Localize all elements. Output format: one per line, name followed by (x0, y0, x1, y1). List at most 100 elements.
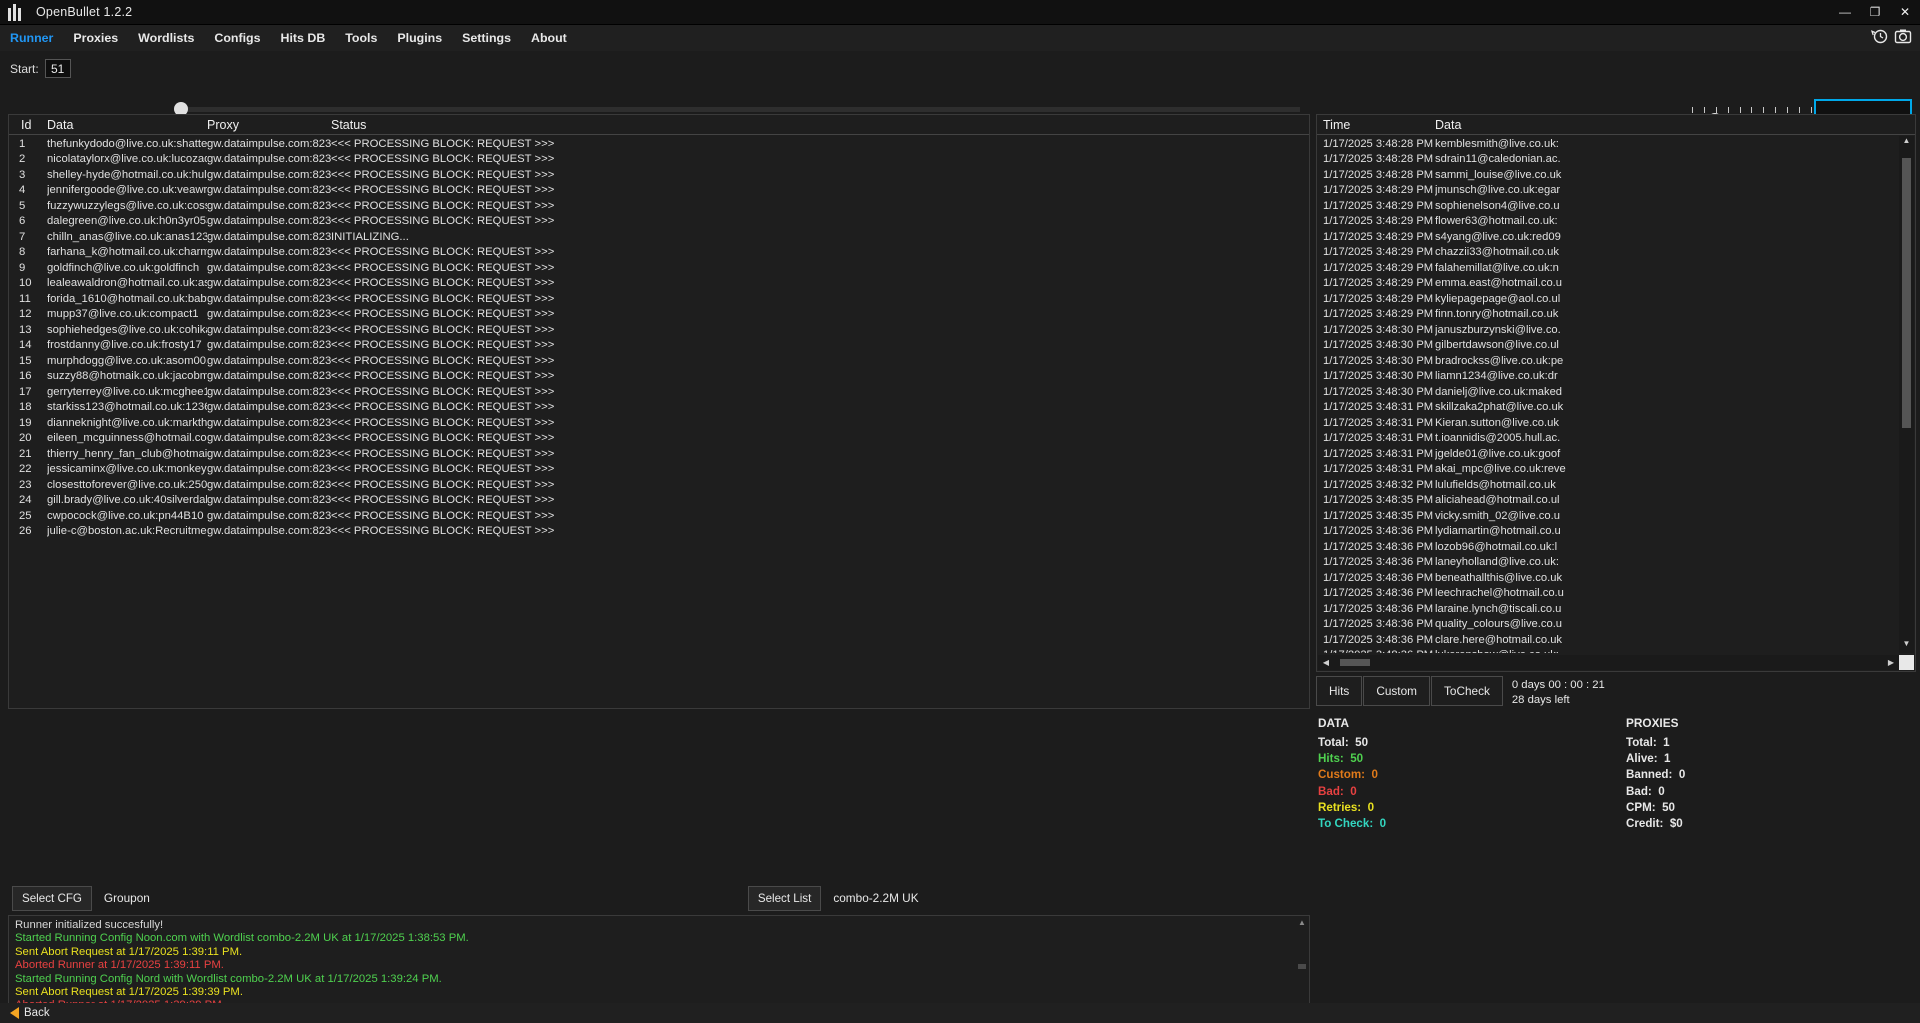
table-row[interactable]: 10lealeawaldron@hotmail.co.uk:ashleygw.d… (9, 276, 1309, 292)
log-scroll-thumb[interactable] (1298, 964, 1306, 969)
tab-tocheck[interactable]: ToCheck (1431, 676, 1503, 706)
selected-list-name: combo-2.2M UK (833, 891, 918, 905)
table-row[interactable]: 20eileen_mcguinness@hotmail.co.uk:cgw.da… (9, 431, 1309, 447)
column-header-proxy[interactable]: Proxy (207, 118, 331, 132)
hits-row[interactable]: 1/17/2025 3:48:29 PMkyliepagepage@aol.co… (1317, 291, 1899, 307)
table-row[interactable]: 5fuzzywuzzylegs@live.co.uk:cossie7gw.dat… (9, 198, 1309, 214)
hits-scroll-down-icon[interactable]: ▼ (1899, 639, 1914, 653)
menu-item-plugins[interactable]: Plugins (397, 31, 442, 45)
hits-row[interactable]: 1/17/2025 3:48:31 PMjgelde01@live.co.uk:… (1317, 446, 1899, 462)
table-row[interactable]: 15murphdogg@live.co.uk:asom001y2lgw.data… (9, 353, 1309, 369)
hits-row[interactable]: 1/17/2025 3:48:36 PMleechrachel@hotmail.… (1317, 586, 1899, 602)
hits-row[interactable]: 1/17/2025 3:48:36 PMbeneathallthis@live.… (1317, 570, 1899, 586)
hits-row[interactable]: 1/17/2025 3:48:35 PMaliciahead@hotmail.c… (1317, 493, 1899, 509)
close-icon[interactable]: ✕ (1890, 0, 1920, 25)
table-row[interactable]: 25cwpocock@live.co.uk:pn44B10gw.dataimpu… (9, 508, 1309, 524)
table-row[interactable]: 19dianneknight@live.co.uk:markthomgw.dat… (9, 415, 1309, 431)
column-header-data[interactable]: Data (47, 118, 207, 132)
back-button[interactable]: Back (0, 1007, 50, 1019)
history-clock-icon[interactable] (1870, 27, 1888, 45)
hits-row[interactable]: 1/17/2025 3:48:28 PMkemblesmith@live.co.… (1317, 136, 1899, 152)
start-input[interactable]: 51 (45, 59, 71, 78)
table-row[interactable]: 26julie-c@boston.ac.uk:Recruitmentgw.dat… (9, 524, 1309, 540)
menu-item-about[interactable]: About (531, 31, 567, 45)
hits-row[interactable]: 1/17/2025 3:48:29 PMjmunsch@live.co.uk:e… (1317, 183, 1899, 199)
hits-scroll-up-icon[interactable]: ▲ (1899, 136, 1914, 150)
table-row[interactable]: 22jessicaminx@live.co.uk:monkey007gw.dat… (9, 462, 1309, 478)
hits-scroll-thumb[interactable] (1902, 158, 1911, 428)
hits-row[interactable]: 1/17/2025 3:48:28 PMsammi_louise@live.co… (1317, 167, 1899, 183)
hits-horizontal-scrollbar[interactable]: ◀ ▶ (1318, 655, 1899, 670)
hits-row[interactable]: 1/17/2025 3:48:30 PMgilbertdawson@live.c… (1317, 338, 1899, 354)
table-row[interactable]: 7chilln_anas@live.co.uk:anas1234gw.datai… (9, 229, 1309, 245)
hits-row[interactable]: 1/17/2025 3:48:36 PMlaneyholland@live.co… (1317, 555, 1899, 571)
table-row[interactable]: 21thierry_henry_fan_club@hotmail.co.gw.d… (9, 446, 1309, 462)
hits-hscroll-thumb[interactable] (1340, 659, 1370, 666)
start-slider-track[interactable] (175, 107, 1300, 112)
column-header-status[interactable]: Status (331, 118, 1309, 132)
hits-row[interactable]: 1/17/2025 3:48:36 PMlydiamartin@hotmail.… (1317, 524, 1899, 540)
select-cfg-button[interactable]: Select CFG (12, 886, 92, 911)
hits-row[interactable]: 1/17/2025 3:48:36 PMlukerenshaw@live.co.… (1317, 648, 1899, 654)
table-row[interactable]: 18starkiss123@hotmail.co.uk:1236547gw.da… (9, 400, 1309, 416)
cell-proxy: gw.dataimpulse.com:823 (207, 386, 331, 398)
hits-row[interactable]: 1/17/2025 3:48:29 PMchazzii33@hotmail.co… (1317, 245, 1899, 261)
table-row[interactable]: 17gerryterrey@live.co.uk:mcghee14gw.data… (9, 384, 1309, 400)
tab-custom[interactable]: Custom (1363, 676, 1430, 706)
table-row[interactable]: 24gill.brady@live.co.uk:40silverdalegw.d… (9, 493, 1309, 509)
hits-row[interactable]: 1/17/2025 3:48:36 PMquality_colours@live… (1317, 617, 1899, 633)
hits-row[interactable]: 1/17/2025 3:48:31 PMKieran.sutton@live.c… (1317, 415, 1899, 431)
table-row[interactable]: 1thefunkydodo@live.co.uk:shatter88gw.dat… (9, 136, 1309, 152)
hits-row[interactable]: 1/17/2025 3:48:32 PMlulufields@hotmail.c… (1317, 477, 1899, 493)
hits-row[interactable]: 1/17/2025 3:48:29 PMemma.east@hotmail.co… (1317, 276, 1899, 292)
hits-row[interactable]: 1/17/2025 3:48:31 PMakai_mpc@live.co.uk:… (1317, 462, 1899, 478)
hits-row[interactable]: 1/17/2025 3:48:35 PMvicky.smith_02@live.… (1317, 508, 1899, 524)
hits-row[interactable]: 1/17/2025 3:48:29 PMsophienelson4@live.c… (1317, 198, 1899, 214)
hits-row[interactable]: 1/17/2025 3:48:28 PMsdrain11@caledonian.… (1317, 152, 1899, 168)
hits-row[interactable]: 1/17/2025 3:48:30 PMdanielj@live.co.uk:m… (1317, 384, 1899, 400)
hits-scroll-left-icon[interactable]: ◀ (1318, 658, 1334, 667)
menu-item-configs[interactable]: Configs (214, 31, 260, 45)
table-row[interactable]: 6dalegreen@live.co.uk:h0n3yr053gw.dataim… (9, 214, 1309, 230)
hits-row[interactable]: 1/17/2025 3:48:36 PMlozob96@hotmail.co.u… (1317, 539, 1899, 555)
hits-row[interactable]: 1/17/2025 3:48:29 PMfinn.tonry@hotmail.c… (1317, 307, 1899, 323)
table-row[interactable]: 2nicolataylorx@live.co.uk:lucozadegw.dat… (9, 152, 1309, 168)
table-row[interactable]: 13sophiehedges@live.co.uk:cohikasugw.dat… (9, 322, 1309, 338)
hits-row[interactable]: 1/17/2025 3:48:30 PMbradrockss@live.co.u… (1317, 353, 1899, 369)
menu-item-tools[interactable]: Tools (345, 31, 377, 45)
hits-column-header-data[interactable]: Data (1435, 118, 1915, 132)
table-row[interactable]: 14frostdanny@live.co.uk:frosty17gw.datai… (9, 338, 1309, 354)
hits-column-header-time[interactable]: Time (1317, 118, 1435, 132)
camera-screenshot-icon[interactable] (1894, 27, 1912, 45)
hits-row[interactable]: 1/17/2025 3:48:36 PMlaraine.lynch@tiscal… (1317, 601, 1899, 617)
table-row[interactable]: 4jennifergoode@live.co.uk:veawri2gw.data… (9, 183, 1309, 199)
menu-item-proxies[interactable]: Proxies (73, 31, 118, 45)
hits-row[interactable]: 1/17/2025 3:48:29 PMfalahemillat@live.co… (1317, 260, 1899, 276)
hits-vertical-scrollbar[interactable]: ▲ ▼ (1899, 136, 1914, 653)
hits-row[interactable]: 1/17/2025 3:48:31 PMskillzaka2phat@live.… (1317, 400, 1899, 416)
table-row[interactable]: 12mupp37@live.co.uk:compact1gw.dataimpul… (9, 307, 1309, 323)
hits-row[interactable]: 1/17/2025 3:48:29 PMflower63@hotmail.co.… (1317, 214, 1899, 230)
menu-item-wordlists[interactable]: Wordlists (138, 31, 194, 45)
column-header-id[interactable]: Id (9, 118, 47, 132)
select-list-button[interactable]: Select List (748, 886, 822, 911)
hits-row[interactable]: 1/17/2025 3:48:29 PMs4yang@live.co.uk:re… (1317, 229, 1899, 245)
table-row[interactable]: 23closesttoforever@live.co.uk:250120gw.d… (9, 477, 1309, 493)
log-scroll-up-icon[interactable]: ▲ (1298, 918, 1306, 927)
tab-hits[interactable]: Hits (1316, 676, 1362, 706)
menu-item-settings[interactable]: Settings (462, 31, 511, 45)
table-row[interactable]: 3shelley-hyde@hotmail.co.uk:hultonlgw.da… (9, 167, 1309, 183)
menu-item-hits-db[interactable]: Hits DB (281, 31, 326, 45)
minimize-icon[interactable]: — (1830, 0, 1860, 25)
hits-row[interactable]: 1/17/2025 3:48:31 PMt.ioannidis@2005.hul… (1317, 431, 1899, 447)
hits-row[interactable]: 1/17/2025 3:48:30 PMliamn1234@live.co.uk… (1317, 369, 1899, 385)
hits-scroll-right-icon[interactable]: ▶ (1883, 658, 1899, 667)
menu-item-runner[interactable]: Runner (10, 31, 53, 45)
maximize-icon[interactable]: ❐ (1860, 0, 1890, 25)
table-row[interactable]: 16suzzy88@hotmaik.co.uk:jacobmark1gw.dat… (9, 369, 1309, 385)
hits-row[interactable]: 1/17/2025 3:48:30 PMjanuszburzynski@live… (1317, 322, 1899, 338)
table-row[interactable]: 8farhana_k@hotmail.co.uk:charmandgw.data… (9, 245, 1309, 261)
hits-row[interactable]: 1/17/2025 3:48:36 PMclare.here@hotmail.c… (1317, 632, 1899, 648)
table-row[interactable]: 9goldfinch@live.co.uk:goldfinchgw.dataim… (9, 260, 1309, 276)
table-row[interactable]: 11forida_1610@hotmail.co.uk:babyfacgw.da… (9, 291, 1309, 307)
